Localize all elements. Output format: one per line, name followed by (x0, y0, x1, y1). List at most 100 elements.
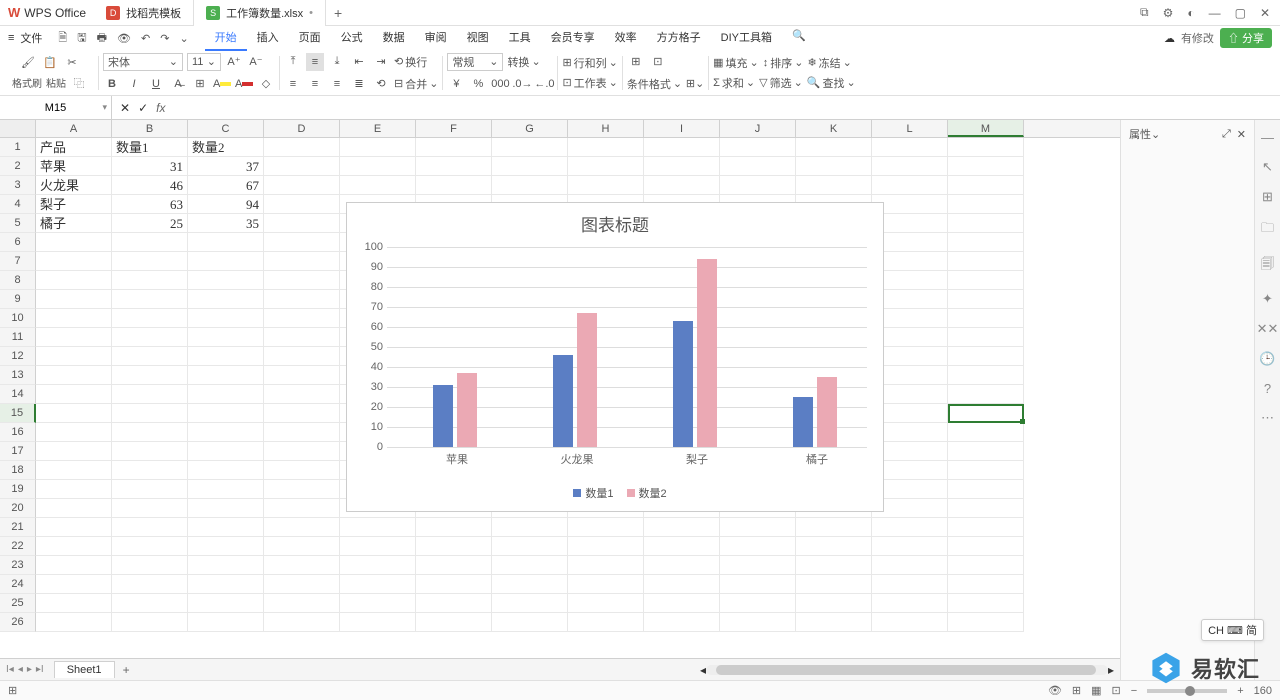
embedded-chart[interactable]: 图表标题 0102030405060708090100 苹果火龙果梨子橘子 数量… (346, 202, 884, 512)
status-view-break-icon[interactable]: ⊡ (1112, 684, 1121, 697)
indent-decrease-icon[interactable]: ⇤ (350, 53, 368, 71)
cell[interactable] (36, 309, 112, 328)
underline-icon[interactable]: U (147, 75, 165, 93)
row-header[interactable]: 8 (0, 271, 36, 290)
row-header[interactable]: 18 (0, 461, 36, 480)
horizontal-scrollbar[interactable]: ◂ ▸ (700, 663, 1120, 677)
cell[interactable] (568, 575, 644, 594)
row-header[interactable]: 12 (0, 347, 36, 366)
sort-button[interactable]: ↕排序⌄ (763, 55, 804, 71)
cell[interactable] (36, 233, 112, 252)
status-view-normal-icon[interactable]: ⊞ (1072, 684, 1081, 697)
cell[interactable] (720, 138, 796, 157)
sheet-tab-active[interactable]: Sheet1 (54, 661, 115, 678)
cell[interactable]: 35 (188, 214, 264, 233)
strikethrough-icon[interactable]: A̶ (169, 75, 187, 93)
cell[interactable] (948, 157, 1024, 176)
cell[interactable]: 梨子 (36, 195, 112, 214)
cell[interactable] (36, 366, 112, 385)
cell[interactable] (36, 271, 112, 290)
cell[interactable] (492, 594, 568, 613)
zoom-knob[interactable] (1185, 686, 1195, 696)
accept-formula-icon[interactable]: ✓ (138, 101, 148, 115)
cell[interactable] (644, 537, 720, 556)
cell[interactable] (112, 594, 188, 613)
cell[interactable] (188, 613, 264, 632)
cell[interactable] (112, 233, 188, 252)
cell[interactable]: 46 (112, 176, 188, 195)
highlight-icon[interactable]: A (213, 75, 231, 93)
cell[interactable] (796, 157, 872, 176)
sheet-nav-first-icon[interactable]: I◂ (6, 664, 14, 675)
cell[interactable] (36, 423, 112, 442)
cell[interactable] (188, 461, 264, 480)
column-header[interactable]: L (872, 120, 948, 137)
row-header[interactable]: 20 (0, 499, 36, 518)
cell[interactable] (36, 594, 112, 613)
row-header[interactable]: 5 (0, 214, 36, 233)
zoom-slider[interactable] (1147, 689, 1227, 693)
qat-undo-icon[interactable]: ↶ (141, 32, 150, 45)
cell[interactable] (112, 385, 188, 404)
cell[interactable] (264, 138, 340, 157)
rowcol-button[interactable]: ⊞行和列⌄ (562, 55, 617, 71)
side-layers-icon[interactable]: 🗐 (1261, 255, 1274, 277)
cell[interactable] (112, 252, 188, 271)
cell[interactable] (948, 309, 1024, 328)
cell[interactable] (948, 556, 1024, 575)
cell[interactable] (796, 594, 872, 613)
cell[interactable] (948, 347, 1024, 366)
font-name-combo[interactable]: 宋体⌄ (103, 53, 183, 71)
window-restore-icon[interactable]: ⧉ (1140, 5, 1149, 20)
cell[interactable] (568, 556, 644, 575)
column-header[interactable]: A (36, 120, 112, 137)
tab-formula[interactable]: 公式 (331, 25, 373, 51)
cell[interactable] (264, 518, 340, 537)
cell[interactable] (264, 328, 340, 347)
bold-icon[interactable]: B (103, 75, 121, 93)
cell[interactable] (796, 537, 872, 556)
format-painter-icon[interactable]: 🖌 (19, 54, 37, 72)
font-size-combo[interactable]: 11⌄ (187, 53, 221, 71)
tab-page[interactable]: 页面 (289, 25, 331, 51)
row-header[interactable]: 22 (0, 537, 36, 556)
cell[interactable] (948, 195, 1024, 214)
side-backup-icon[interactable]: 🗀 (1261, 219, 1274, 241)
column-header[interactable]: G (492, 120, 568, 137)
cell[interactable] (112, 366, 188, 385)
formula-input-area[interactable]: ✕ ✓ fx (112, 101, 1280, 115)
align-left-icon[interactable]: ≡ (284, 75, 302, 93)
cell[interactable] (872, 518, 948, 537)
align-right-icon[interactable]: ≡ (328, 75, 346, 93)
cell[interactable] (948, 594, 1024, 613)
window-ai-icon[interactable]: ◐ (1187, 6, 1194, 20)
cell[interactable] (948, 461, 1024, 480)
row-header[interactable]: 10 (0, 309, 36, 328)
cell[interactable] (188, 366, 264, 385)
cell[interactable] (720, 556, 796, 575)
cell[interactable] (720, 575, 796, 594)
column-header[interactable]: E (340, 120, 416, 137)
add-tab-button[interactable]: + (326, 5, 350, 21)
cell[interactable] (264, 404, 340, 423)
cell[interactable] (796, 556, 872, 575)
cell[interactable] (112, 499, 188, 518)
cell[interactable] (112, 347, 188, 366)
font-color-icon[interactable]: A (235, 75, 253, 93)
cell[interactable] (796, 575, 872, 594)
name-box[interactable]: ▾ (0, 96, 112, 119)
align-bottom-icon[interactable]: ⤓ (328, 53, 346, 71)
cell[interactable] (188, 480, 264, 499)
cell[interactable] (492, 556, 568, 575)
status-mode-icon[interactable]: ⊞ (8, 684, 17, 697)
select-all-corner[interactable] (0, 120, 36, 137)
cell[interactable] (264, 366, 340, 385)
merge-button[interactable]: ⊟合并⌄ (394, 76, 438, 92)
qat-print-icon[interactable]: 🖶 (97, 29, 107, 48)
cell[interactable] (264, 195, 340, 214)
qat-preview-icon[interactable]: 👁 (117, 32, 131, 45)
right-panel-pin-icon[interactable]: ⤢ (1222, 128, 1231, 141)
cell[interactable] (948, 575, 1024, 594)
cell[interactable] (112, 309, 188, 328)
row-header[interactable]: 16 (0, 423, 36, 442)
